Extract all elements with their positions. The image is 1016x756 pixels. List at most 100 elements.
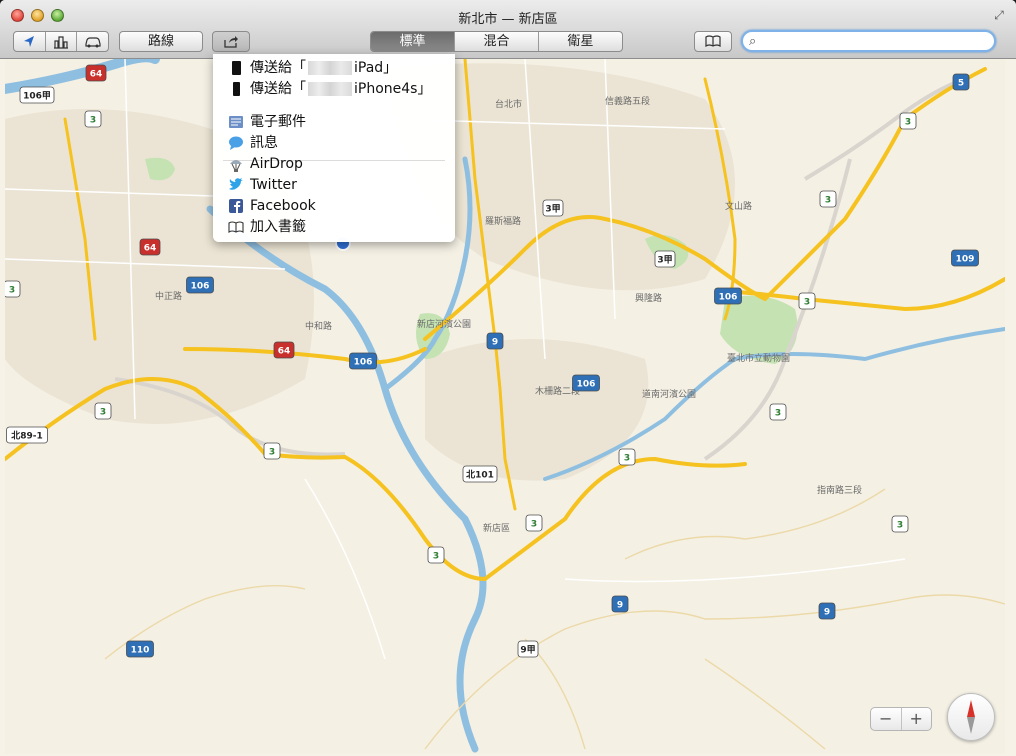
menu-airdrop[interactable]: AirDrop: [213, 154, 455, 174]
zoom-controls: − +: [870, 707, 932, 731]
route-shield-label: 北89-1: [11, 430, 43, 442]
menu-facebook[interactable]: Facebook: [213, 196, 455, 216]
3d-view-button[interactable]: [46, 32, 78, 51]
route-shield-label: 3: [905, 118, 911, 128]
zoom-out-button[interactable]: −: [871, 708, 902, 730]
map-canvas[interactable]: 台北市 新店河濱公園 道南河濱公園 臺北市立動物園 新店區 指南路三段 興隆路 …: [5, 59, 1005, 754]
book-icon: [705, 35, 721, 48]
menu-send-to-iphone[interactable]: 傳送給「 iPhone4s」: [213, 79, 455, 99]
share-button[interactable]: [212, 31, 250, 52]
route-shield-label: 64: [278, 347, 291, 357]
fullscreen-icon[interactable]: ⤢: [992, 8, 1006, 22]
view-controls: [13, 31, 109, 52]
route-shield-label: 106: [577, 380, 596, 390]
route-shield-label: 北101: [466, 469, 494, 481]
tab-standard[interactable]: 標準: [371, 32, 455, 51]
route-shield: 106: [349, 352, 377, 370]
route-shield-label: 9: [824, 608, 830, 618]
svg-text:新店區: 新店區: [483, 522, 510, 534]
route-shield: 110: [126, 640, 154, 658]
route-shield: 3: [769, 403, 787, 421]
route-shield-label: 9: [492, 338, 498, 348]
car-icon: [85, 36, 101, 47]
route-shield-label: 64: [144, 244, 157, 254]
route-shield-label: 106: [354, 358, 373, 368]
route-shield: 3: [427, 546, 445, 564]
route-shield: 北101: [462, 465, 498, 483]
route-shield: 3: [525, 514, 543, 532]
route-shield: 106: [572, 374, 600, 392]
route-shield-label: 3: [775, 409, 781, 419]
svg-text:道南河濱公園: 道南河濱公園: [642, 388, 696, 400]
route-shield-label: 3: [897, 521, 903, 531]
map-view[interactable]: 台北市 新店河濱公園 道南河濱公園 臺北市立動物園 新店區 指南路三段 興隆路 …: [5, 59, 1005, 754]
title-toolbar: 新北市 — 新店區 ⤢ 路線 標準 混合 衛星 ⌕: [0, 0, 1016, 59]
route-shield-label: 5: [958, 79, 964, 89]
route-shield: 106: [714, 287, 742, 305]
svg-text:文山路: 文山路: [725, 200, 752, 212]
maps-window: 新北市 — 新店區 ⤢ 路線 標準 混合 衛星 ⌕ 台北市 新店河濱公園 道南河…: [0, 0, 1016, 756]
traffic-button[interactable]: [77, 32, 108, 51]
route-shield: 109: [951, 249, 979, 267]
route-shield: 3: [798, 292, 816, 310]
current-location-button[interactable]: [14, 32, 46, 51]
window-title: 新北市 — 新店區: [458, 12, 558, 27]
menu-twitter[interactable]: Twitter: [213, 175, 455, 195]
route-shield: 3甲: [542, 199, 564, 217]
compass-button[interactable]: [947, 693, 995, 741]
route-shield: 3: [618, 448, 636, 466]
route-shield: 9: [611, 595, 629, 613]
compass-icon: [967, 700, 975, 734]
share-icon: [224, 36, 238, 48]
svg-text:新店河濱公園: 新店河濱公園: [417, 318, 471, 330]
airdrop-icon: [230, 160, 242, 172]
bookmarks-button[interactable]: [694, 31, 732, 52]
search-icon: ⌕: [749, 34, 757, 49]
route-shield: 64: [139, 238, 161, 256]
menu-add-bookmark[interactable]: 加入書籤: [213, 217, 455, 237]
route-shield-label: 3: [9, 286, 15, 296]
menu-send-to-ipad[interactable]: 傳送給「 iPad」: [213, 58, 455, 78]
route-shield-label: 3: [531, 520, 537, 530]
route-shield-label: 106甲: [23, 91, 51, 102]
route-shield-label: 106: [719, 293, 738, 303]
search-input[interactable]: [763, 33, 992, 51]
route-shield-label: 9: [617, 601, 623, 611]
svg-text:中正路: 中正路: [155, 290, 182, 302]
messages-icon: [229, 136, 243, 150]
route-shield: 3: [94, 402, 112, 420]
route-shield: 5: [952, 73, 970, 91]
route-shield: 3: [891, 515, 909, 533]
route-shield-label: 3: [624, 454, 630, 464]
tab-satellite[interactable]: 衛星: [539, 32, 622, 51]
route-shield: 3: [5, 280, 21, 298]
route-shield: 9: [818, 602, 836, 620]
route-shield: 9: [486, 332, 504, 350]
location-arrow-icon: [24, 35, 35, 47]
route-shield: 64: [85, 64, 107, 82]
svg-text:指南路三段: 指南路三段: [817, 484, 862, 496]
route-shield-label: 64: [90, 70, 103, 80]
svg-text:臺北市立動物園: 臺北市立動物園: [727, 352, 790, 364]
route-shield-label: 3: [804, 298, 810, 308]
twitter-icon: [229, 178, 243, 190]
redacted-name: [308, 61, 352, 75]
route-shield-label: 109: [956, 255, 975, 265]
menu-email[interactable]: 電子郵件: [213, 112, 455, 132]
route-shield: 64: [273, 341, 295, 359]
menu-messages[interactable]: 訊息: [213, 133, 455, 153]
share-menu: 傳送給「 iPad」 傳送給「 iPhone4s」 電子郵件 訊息 AirDrop …: [213, 54, 455, 242]
route-shield: 3: [899, 112, 917, 130]
route-shield-label: 106: [191, 282, 210, 292]
route-shield-label: 9甲: [520, 645, 535, 656]
directions-button[interactable]: 路線: [119, 31, 203, 52]
route-shield-label: 3: [269, 448, 275, 458]
route-shield-label: 3: [100, 408, 106, 418]
tab-hybrid[interactable]: 混合: [455, 32, 539, 51]
search-field[interactable]: ⌕: [741, 30, 996, 52]
zoom-in-button[interactable]: +: [902, 708, 932, 730]
facebook-icon: [229, 199, 243, 213]
route-shield-label: 3: [90, 116, 96, 126]
svg-text:中和路: 中和路: [305, 320, 332, 332]
mail-icon: [229, 116, 243, 128]
